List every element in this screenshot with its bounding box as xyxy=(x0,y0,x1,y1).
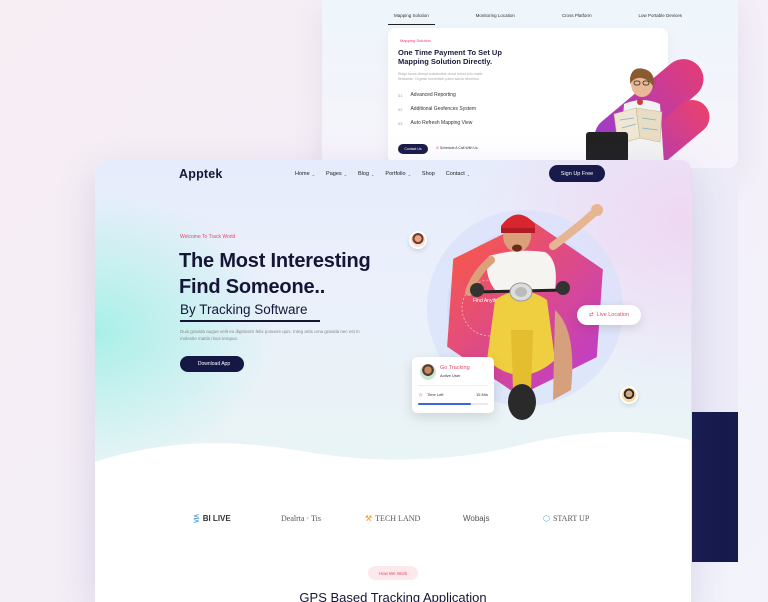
list-item: 02 Additional Geofences System xyxy=(398,106,477,112)
partner-logo: Wobajs xyxy=(463,514,490,523)
progress-bar xyxy=(418,403,488,405)
sign-up-button[interactable]: Sign Up Free xyxy=(549,165,605,182)
chevron-down-icon: ⌄ xyxy=(407,171,411,177)
menu-item-contact[interactable]: Contact ⌄ xyxy=(446,171,470,177)
menu-item-blog[interactable]: Blog ⌄ xyxy=(358,171,374,177)
menu-item-portfolio[interactable]: Portfolio ⌄ xyxy=(385,171,411,177)
subtitle-underline xyxy=(180,320,320,322)
divider xyxy=(418,385,488,386)
partner-logo: Dealrta · Tis xyxy=(281,514,321,523)
techland-icon: ⚒ xyxy=(365,514,373,523)
tracking-subtitle: Active User xyxy=(440,373,461,378)
partner-logo: ⋚ BI LIVE xyxy=(193,514,231,523)
time-left-value: 15 Min xyxy=(475,392,488,397)
avatar xyxy=(420,364,436,380)
main-landing-card: Apptek Home ⌄ Pages ⌄ Blog ⌄ Portfolio ⌄ Sho… xyxy=(95,160,691,602)
tab-monitoring-location[interactable]: Monitoring Location xyxy=(470,10,521,25)
side-decor-dark xyxy=(692,412,738,562)
progress-fill xyxy=(418,403,471,405)
tab-cross-platform[interactable]: Cross Platform xyxy=(556,10,598,25)
location-icon: ⇄ xyxy=(588,312,594,318)
top-nav: Apptek Home ⌄ Pages ⌄ Blog ⌄ Portfolio ⌄ Sho… xyxy=(95,160,691,188)
avatar xyxy=(620,386,638,404)
download-app-button[interactable]: Download App xyxy=(180,356,244,372)
section-title: GPS Based Tracking Application xyxy=(299,590,487,602)
back-title: One Time Payment To Set Up Mapping Solut… xyxy=(398,48,502,66)
tracking-status-card: Go Tracking Active User ◷ Time Left 15 M… xyxy=(412,357,494,413)
tab-mapping-solution[interactable]: Mapping Solution xyxy=(388,10,435,25)
chevron-down-icon: ⌄ xyxy=(371,171,375,177)
how-we-work-pill: How We Work xyxy=(368,566,418,580)
side-decor-light xyxy=(692,168,738,412)
phone-icon: ✆ xyxy=(436,146,439,150)
menu-item-home[interactable]: Home ⌄ xyxy=(295,171,315,177)
back-tabs: Mapping Solution Monitoring Location Cro… xyxy=(388,10,688,25)
clock-icon: ◷ xyxy=(419,392,423,397)
partner-logo: ⚒ TECH LAND xyxy=(365,514,421,523)
back-preview-card: Mapping Solution Monitoring Location Cro… xyxy=(322,0,738,168)
startup-icon: ⬡ xyxy=(543,514,550,523)
live-location-badge[interactable]: ⇄ Live Location xyxy=(577,305,641,325)
menu-item-pages[interactable]: Pages ⌄ xyxy=(326,171,347,177)
chevron-down-icon: ⌄ xyxy=(466,171,471,177)
hero-title: The Most Interesting Find Someone.. xyxy=(179,250,371,298)
hero-kicker: Welcome To Track World xyxy=(180,234,236,240)
logo[interactable]: Apptek xyxy=(179,167,223,181)
main-menu: Home ⌄ Pages ⌄ Blog ⌄ Portfolio ⌄ Shop Conta… xyxy=(295,171,470,177)
menu-item-shop[interactable]: Shop xyxy=(422,171,435,177)
back-feature-list: 01 Advanced Reporting 02 Additional Geofen… xyxy=(398,92,476,134)
partner-logos: ⋚ BI LIVE Dealrta · Tis ⚒ TECH LAND Wobajs… xyxy=(95,510,691,534)
avatar xyxy=(409,231,427,249)
hero-subtitle: By Tracking Software xyxy=(180,302,308,317)
chevron-down-icon: ⌄ xyxy=(311,171,316,177)
list-item: 01 Advanced Reporting xyxy=(398,92,456,98)
tab-low-portable-devices[interactable]: Low Portable Devices xyxy=(632,10,688,25)
tracking-title: Go Tracking xyxy=(440,365,470,371)
device-image xyxy=(586,132,628,162)
contact-us-button[interactable]: Contact Us xyxy=(398,144,428,154)
list-item: 03 Auto Refresh Mapping View xyxy=(398,120,473,126)
chevron-down-icon: ⌄ xyxy=(343,171,347,177)
back-description: Ridge tacos disrupt sustainable cloud br… xyxy=(398,72,483,81)
partner-logo: ⬡ START UP xyxy=(543,514,590,523)
bi-live-icon: ⋚ xyxy=(193,514,200,523)
hero-description: Duis gravida augue velit eu dignissim fe… xyxy=(180,329,360,341)
schedule-call-link[interactable]: ✆ Schedule A Call With Us xyxy=(436,146,478,150)
back-kicker: Mapping Solution xyxy=(400,38,431,43)
time-left-label: Time Left xyxy=(427,392,444,397)
